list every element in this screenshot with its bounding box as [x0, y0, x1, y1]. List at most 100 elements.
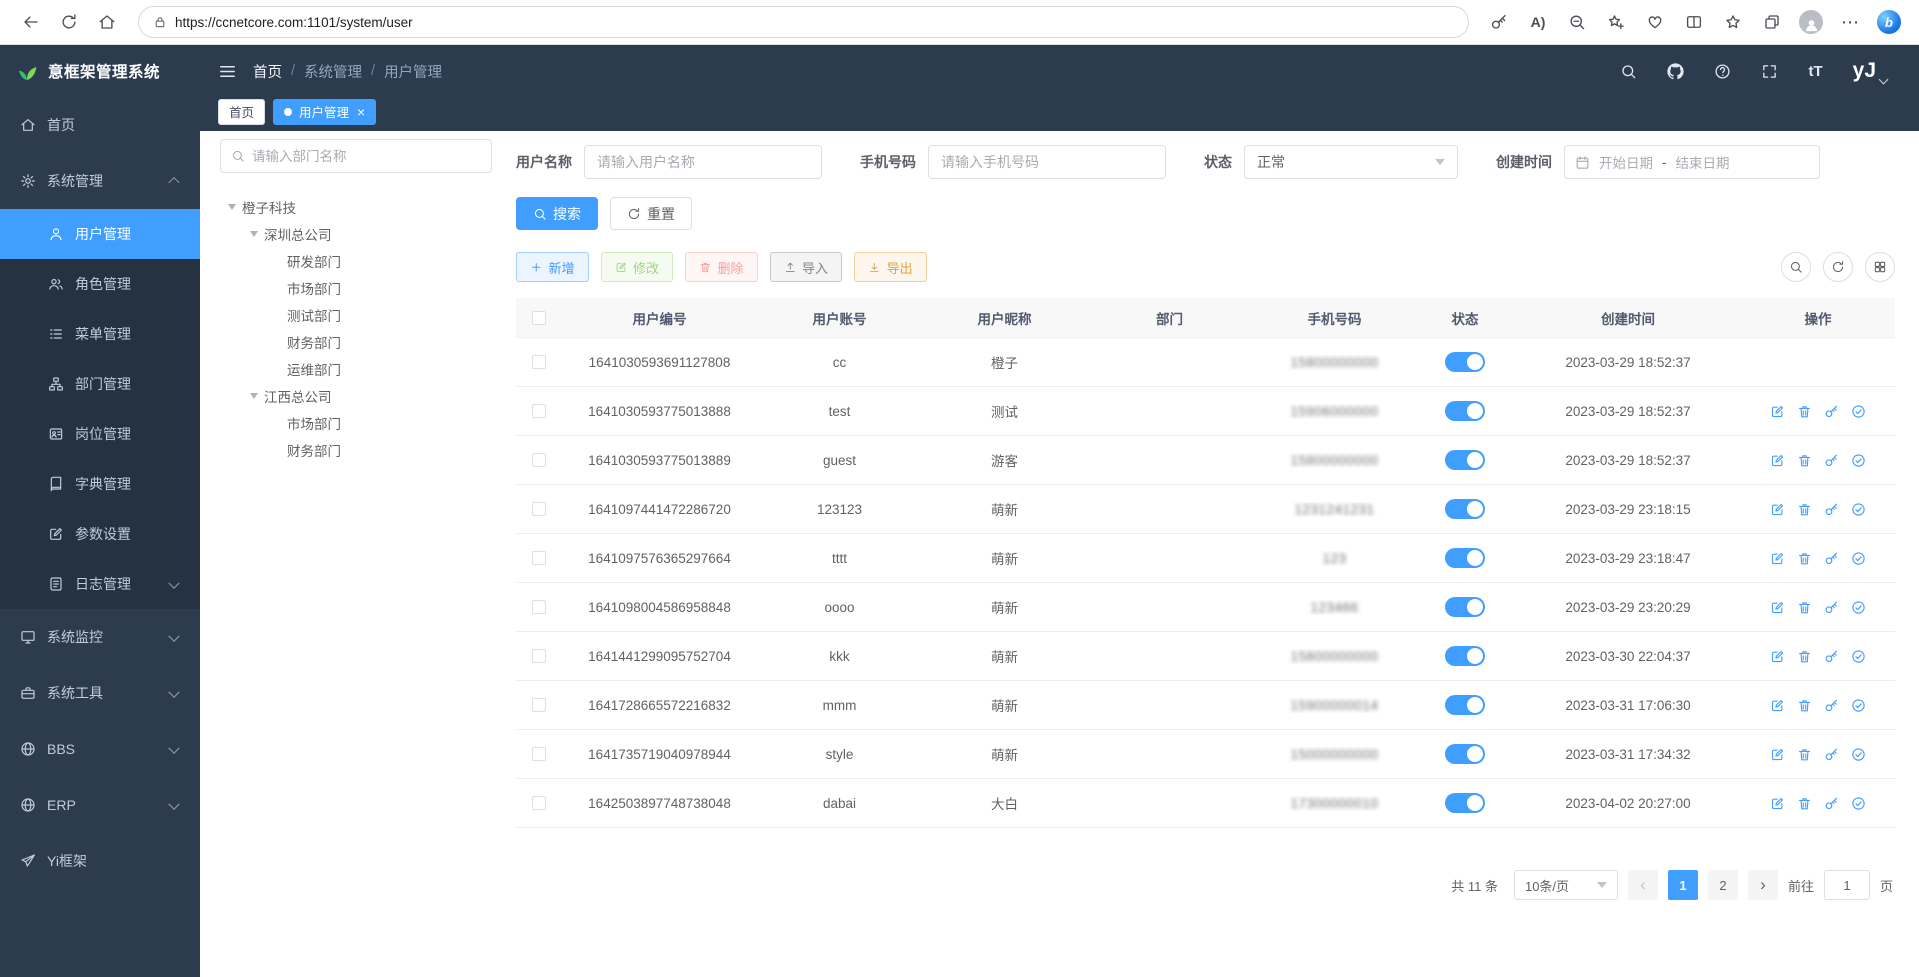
sidebar-menu-item[interactable]: 参数设置 — [0, 509, 200, 559]
sidebar-menu-item[interactable]: 系统管理 — [0, 153, 200, 209]
breadcrumb-home[interactable]: 首页 — [253, 61, 282, 82]
delete-button[interactable]: 删除 — [685, 252, 758, 282]
user-logo-dropdown[interactable]: yJ — [1853, 60, 1887, 83]
assign-role-check-icon[interactable] — [1851, 698, 1866, 713]
status-toggle[interactable] — [1445, 744, 1485, 764]
edit-icon[interactable] — [1770, 600, 1785, 615]
edit-icon[interactable] — [1770, 649, 1785, 664]
row-checkbox[interactable] — [532, 649, 546, 663]
sidebar-toggle-icon[interactable] — [218, 62, 237, 81]
reset-password-key-icon[interactable] — [1824, 502, 1839, 517]
sidebar-menu-item[interactable]: BBS — [0, 721, 200, 777]
sidebar-menu-item[interactable]: 字典管理 — [0, 459, 200, 509]
row-checkbox[interactable] — [532, 551, 546, 565]
fullscreen-icon[interactable] — [1761, 63, 1778, 80]
row-checkbox[interactable] — [532, 600, 546, 614]
password-key-icon[interactable] — [1483, 5, 1515, 39]
page-size-select[interactable]: 10条/页 — [1514, 870, 1618, 900]
tree-node[interactable]: 深圳总公司 — [220, 220, 492, 247]
status-select[interactable]: 正常 — [1244, 145, 1458, 179]
copilot-icon[interactable] — [1873, 5, 1905, 39]
sidebar-menu-item[interactable]: 岗位管理 — [0, 409, 200, 459]
reset-button[interactable]: 重置 — [610, 197, 692, 230]
edit-icon[interactable] — [1770, 747, 1785, 762]
close-tab-icon[interactable]: × — [357, 105, 365, 119]
export-button[interactable]: 导出 — [854, 252, 927, 282]
reset-password-key-icon[interactable] — [1824, 551, 1839, 566]
browser-back-button[interactable] — [14, 5, 48, 39]
add-button[interactable]: 新增 — [516, 252, 589, 282]
browser-home-button[interactable] — [90, 5, 124, 39]
caret-down-icon[interactable] — [228, 204, 236, 214]
breadcrumb-system[interactable]: 系统管理 — [304, 61, 362, 82]
github-icon[interactable] — [1667, 63, 1684, 80]
edit-icon[interactable] — [1770, 698, 1785, 713]
trash-icon[interactable] — [1797, 698, 1812, 713]
row-checkbox[interactable] — [532, 502, 546, 516]
favorites-icon[interactable] — [1717, 5, 1749, 39]
sidebar-menu-item[interactable]: 日志管理 — [0, 559, 200, 609]
trash-icon[interactable] — [1797, 600, 1812, 615]
sidebar-menu-item[interactable]: Yi框架 — [0, 833, 200, 889]
browser-refresh-button[interactable] — [52, 5, 86, 39]
row-checkbox[interactable] — [532, 698, 546, 712]
edit-icon[interactable] — [1770, 551, 1785, 566]
reset-password-key-icon[interactable] — [1824, 649, 1839, 664]
trash-icon[interactable] — [1797, 747, 1812, 762]
status-toggle[interactable] — [1445, 401, 1485, 421]
edit-icon[interactable] — [1770, 404, 1785, 419]
sidebar-menu-item[interactable]: 菜单管理 — [0, 309, 200, 359]
date-start-placeholder[interactable]: 开始日期 — [1599, 152, 1653, 172]
browser-essentials-icon[interactable] — [1639, 5, 1671, 39]
status-toggle[interactable] — [1445, 548, 1485, 568]
tree-node[interactable]: 财务部门 — [220, 328, 492, 355]
dept-search-box[interactable] — [220, 139, 492, 173]
reset-password-key-icon[interactable] — [1824, 600, 1839, 615]
prev-page-button[interactable] — [1628, 870, 1658, 900]
next-page-button[interactable] — [1748, 870, 1778, 900]
status-toggle[interactable] — [1445, 793, 1485, 813]
column-settings-button[interactable] — [1865, 252, 1895, 282]
sidebar-menu-item[interactable]: 系统监控 — [0, 609, 200, 665]
reset-password-key-icon[interactable] — [1824, 698, 1839, 713]
split-screen-icon[interactable] — [1678, 5, 1710, 39]
tree-node[interactable]: 江西总公司 — [220, 382, 492, 409]
assign-role-check-icon[interactable] — [1851, 796, 1866, 811]
row-checkbox[interactable] — [532, 404, 546, 418]
edit-icon[interactable] — [1770, 796, 1785, 811]
status-toggle[interactable] — [1445, 450, 1485, 470]
row-checkbox[interactable] — [532, 796, 546, 810]
edit-icon[interactable] — [1770, 453, 1785, 468]
status-toggle[interactable] — [1445, 499, 1485, 519]
edit-icon[interactable] — [1770, 502, 1785, 517]
row-checkbox[interactable] — [532, 355, 546, 369]
select-all-checkbox[interactable] — [532, 311, 546, 325]
status-toggle[interactable] — [1445, 695, 1485, 715]
status-toggle[interactable] — [1445, 352, 1485, 372]
add-favorite-icon[interactable] — [1600, 5, 1632, 39]
caret-down-icon[interactable] — [250, 231, 258, 241]
tree-node[interactable]: 测试部门 — [220, 301, 492, 328]
tree-node[interactable]: 财务部门 — [220, 436, 492, 463]
browser-more-icon[interactable] — [1834, 5, 1866, 39]
page-button-2[interactable]: 2 — [1708, 870, 1738, 900]
assign-role-check-icon[interactable] — [1851, 600, 1866, 615]
assign-role-check-icon[interactable] — [1851, 404, 1866, 419]
reset-password-key-icon[interactable] — [1824, 796, 1839, 811]
toggle-search-button[interactable] — [1781, 252, 1811, 282]
sidebar-menu-item[interactable]: 首页 — [0, 97, 200, 153]
reset-password-key-icon[interactable] — [1824, 747, 1839, 762]
reset-password-key-icon[interactable] — [1824, 453, 1839, 468]
sidebar-menu-item[interactable]: 角色管理 — [0, 259, 200, 309]
assign-role-check-icon[interactable] — [1851, 649, 1866, 664]
username-input[interactable] — [584, 145, 822, 179]
status-toggle[interactable] — [1445, 646, 1485, 666]
trash-icon[interactable] — [1797, 796, 1812, 811]
tab-home[interactable]: 首页 — [218, 99, 265, 125]
profile-avatar[interactable] — [1795, 5, 1827, 39]
date-end-placeholder[interactable]: 结束日期 — [1676, 152, 1730, 172]
assign-role-check-icon[interactable] — [1851, 747, 1866, 762]
assign-role-check-icon[interactable] — [1851, 453, 1866, 468]
tree-node[interactable]: 市场部门 — [220, 274, 492, 301]
search-button[interactable]: 搜索 — [516, 197, 598, 230]
